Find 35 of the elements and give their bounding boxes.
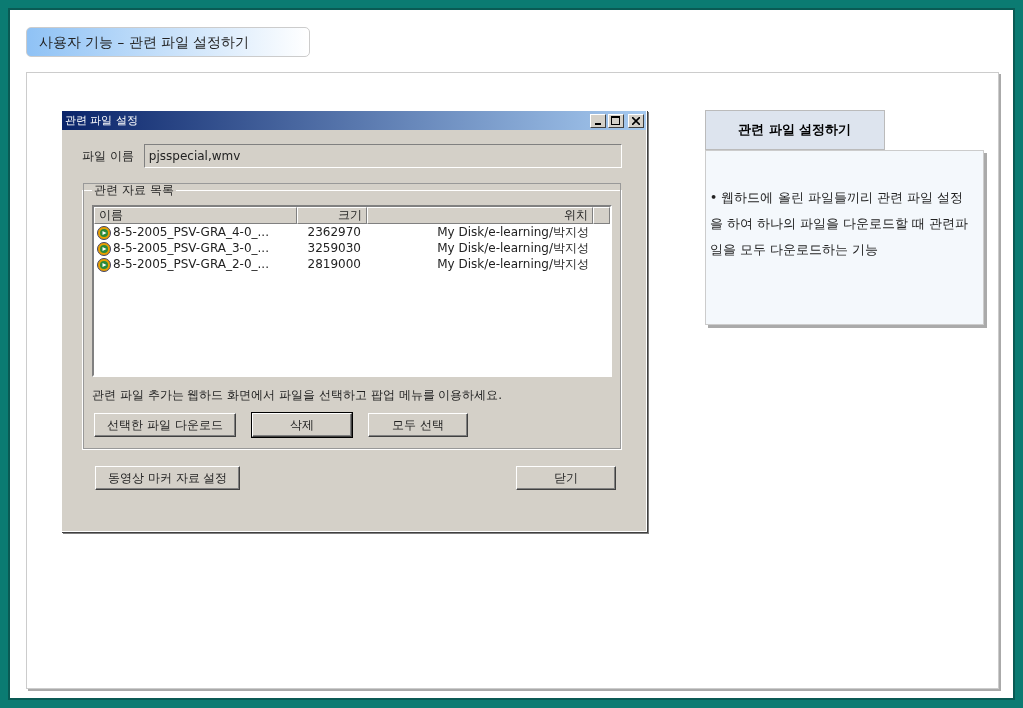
file-name-cell[interactable]: 8-5-2005_PSV-GRA_2-0_... <box>113 256 269 272</box>
close-icon <box>631 116 640 125</box>
group-title: 관련 자료 목록 <box>93 182 175 199</box>
column-header[interactable]: 크기 <box>297 207 367 224</box>
note-text: • 웹하드에 올린 파일들끼리 관련 파일 설정을 하여 하나의 파일을 다운로드할 때 관련파일을 모두 다운로드하는 기능 <box>709 190 969 257</box>
window-title: 관련 파일 설정 <box>65 113 138 128</box>
file-location-cell-text: My Disk/e-learning/박지성 <box>436 224 590 240</box>
minimize-button[interactable] <box>589 113 606 128</box>
file-location-cell-text: My Disk/e-learning/박지성 <box>436 256 590 272</box>
column-header[interactable]: 위치 <box>367 207 593 224</box>
hint-text: 관련 파일 추가는 웹하드 화면에서 파일을 선택하고 팝업 메뉴를 이용하세요. <box>92 387 504 404</box>
file-name-cell[interactable]: 8-5-2005_PSV-GRA_3-0_... <box>113 240 269 256</box>
file-name-cell[interactable]: 8-5-2005_PSV-GRA_4-0_... <box>113 224 269 240</box>
minimize-icon <box>594 122 601 125</box>
file-size-cell-text: 2362970 <box>306 224 362 240</box>
file-name-field[interactable]: pjsspecial,wmv <box>143 144 622 168</box>
file-size-cell-text: 2819000 <box>306 256 362 272</box>
marker-settings-button[interactable]: 동영상 마커 자료 설정 <box>95 466 241 490</box>
note-title: 관련 파일 설정하기 <box>704 110 885 150</box>
dialog-button[interactable]: 삭제 <box>251 413 352 437</box>
file-size-cell-text: 3259030 <box>306 240 362 256</box>
file-location-cell-text: My Disk/e-learning/박지성 <box>436 240 590 256</box>
maximize-button[interactable] <box>607 113 624 128</box>
media-file-icon <box>96 224 112 240</box>
blank-column-header[interactable] <box>593 207 610 224</box>
column-header[interactable]: 이름 <box>94 207 297 224</box>
dialog-button[interactable]: 모두 선택 <box>367 413 468 437</box>
media-file-icon <box>96 256 112 272</box>
field-label: 파일 이름 <box>82 147 134 165</box>
media-file-icon <box>96 240 112 256</box>
page-title: 사용자 기능 – 관련 파일 설정하기 <box>26 27 310 57</box>
close-dialog-button[interactable]: 닫기 <box>515 466 616 490</box>
dialog-button[interactable]: 선택한 파일 다운로드 <box>94 413 236 437</box>
close-button[interactable] <box>627 113 644 128</box>
maximize-icon <box>611 116 621 125</box>
